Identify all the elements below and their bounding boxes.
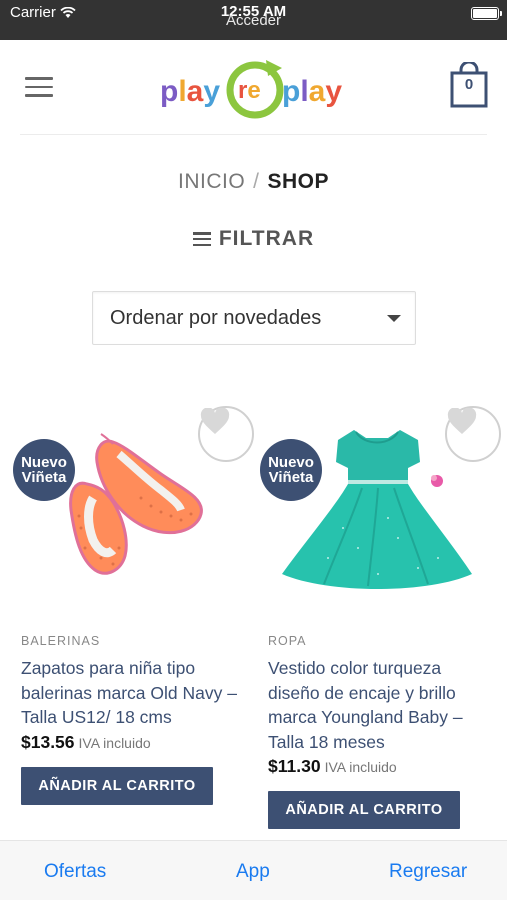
heart-icon [200,408,230,434]
filter-label: FILTRAR [218,227,315,250]
tab-ofertas[interactable]: Ofertas [44,861,106,883]
product-price: $11.30 [268,756,321,776]
tax-note: IVA incluido [78,734,151,751]
filter-button[interactable]: FILTRAR [0,227,507,251]
header-divider [20,134,487,135]
breadcrumb-separator: / [253,170,260,193]
page-label: Acceder [225,12,282,29]
battery-icon [471,7,502,20]
wishlist-button[interactable] [198,406,254,462]
price-row: $13.56 IVA incluido [21,732,244,753]
product-price: $13.56 [21,731,75,752]
tax-note: IVA incluido [324,759,397,775]
svg-text:play: play [160,75,220,108]
hamburger-menu-button[interactable] [25,77,53,99]
product-image-link[interactable]: Nuevo Viñeta [260,398,501,620]
tab-app[interactable]: App [236,861,270,883]
hamburger-icon [25,77,53,80]
breadcrumb: INICIO / SHOP [0,170,507,194]
bottom-tab-bar: Ofertas App Regresar [0,840,507,900]
product-category[interactable]: ROPA [268,634,491,648]
tab-regresar[interactable]: Regresar [389,861,467,883]
product-title[interactable]: Vestido color turqueza diseño de encaje … [268,656,491,754]
product-card: Nuevo Viñeta BALERINAS Zapatos para niña… [13,398,254,805]
site-header: play re play 0 [0,40,507,135]
sort-selected-value: Ordenar por novedades [110,307,322,329]
sort-dropdown[interactable]: Ordenar por novedades [92,291,416,345]
cart-button[interactable]: 0 [450,60,488,108]
breadcrumb-current: SHOP [267,170,330,193]
breadcrumb-home-link[interactable]: INICIO [178,170,245,193]
product-card: Nuevo Viñeta ROPA Vestido color turqueza… [260,398,501,829]
cart-count: 0 [464,76,474,93]
wishlist-button[interactable] [445,406,501,462]
add-to-cart-button[interactable]: AÑADIR AL CARRITO [21,766,213,805]
product-category[interactable]: BALERINAS [21,634,244,648]
filter-lines-icon [192,232,211,246]
product-title[interactable]: Zapatos para niña tipo balerinas marca O… [21,656,244,730]
new-badge: Nuevo Viñeta [260,439,322,501]
product-image-link[interactable]: Nuevo Viñeta [13,398,254,620]
new-badge: Nuevo Viñeta [13,439,75,501]
price-row: $11.30 IVA incluido [268,756,491,777]
svg-text:play: play [282,75,342,108]
heart-icon [447,408,477,434]
svg-text:re: re [238,77,261,104]
playreplay-logo[interactable]: play re play [158,54,353,124]
add-to-cart-button[interactable]: AÑADIR AL CARRITO [268,791,460,829]
chevron-down-icon [387,315,401,322]
status-bar: Carrier 12:55 AM Acceder [0,0,507,40]
